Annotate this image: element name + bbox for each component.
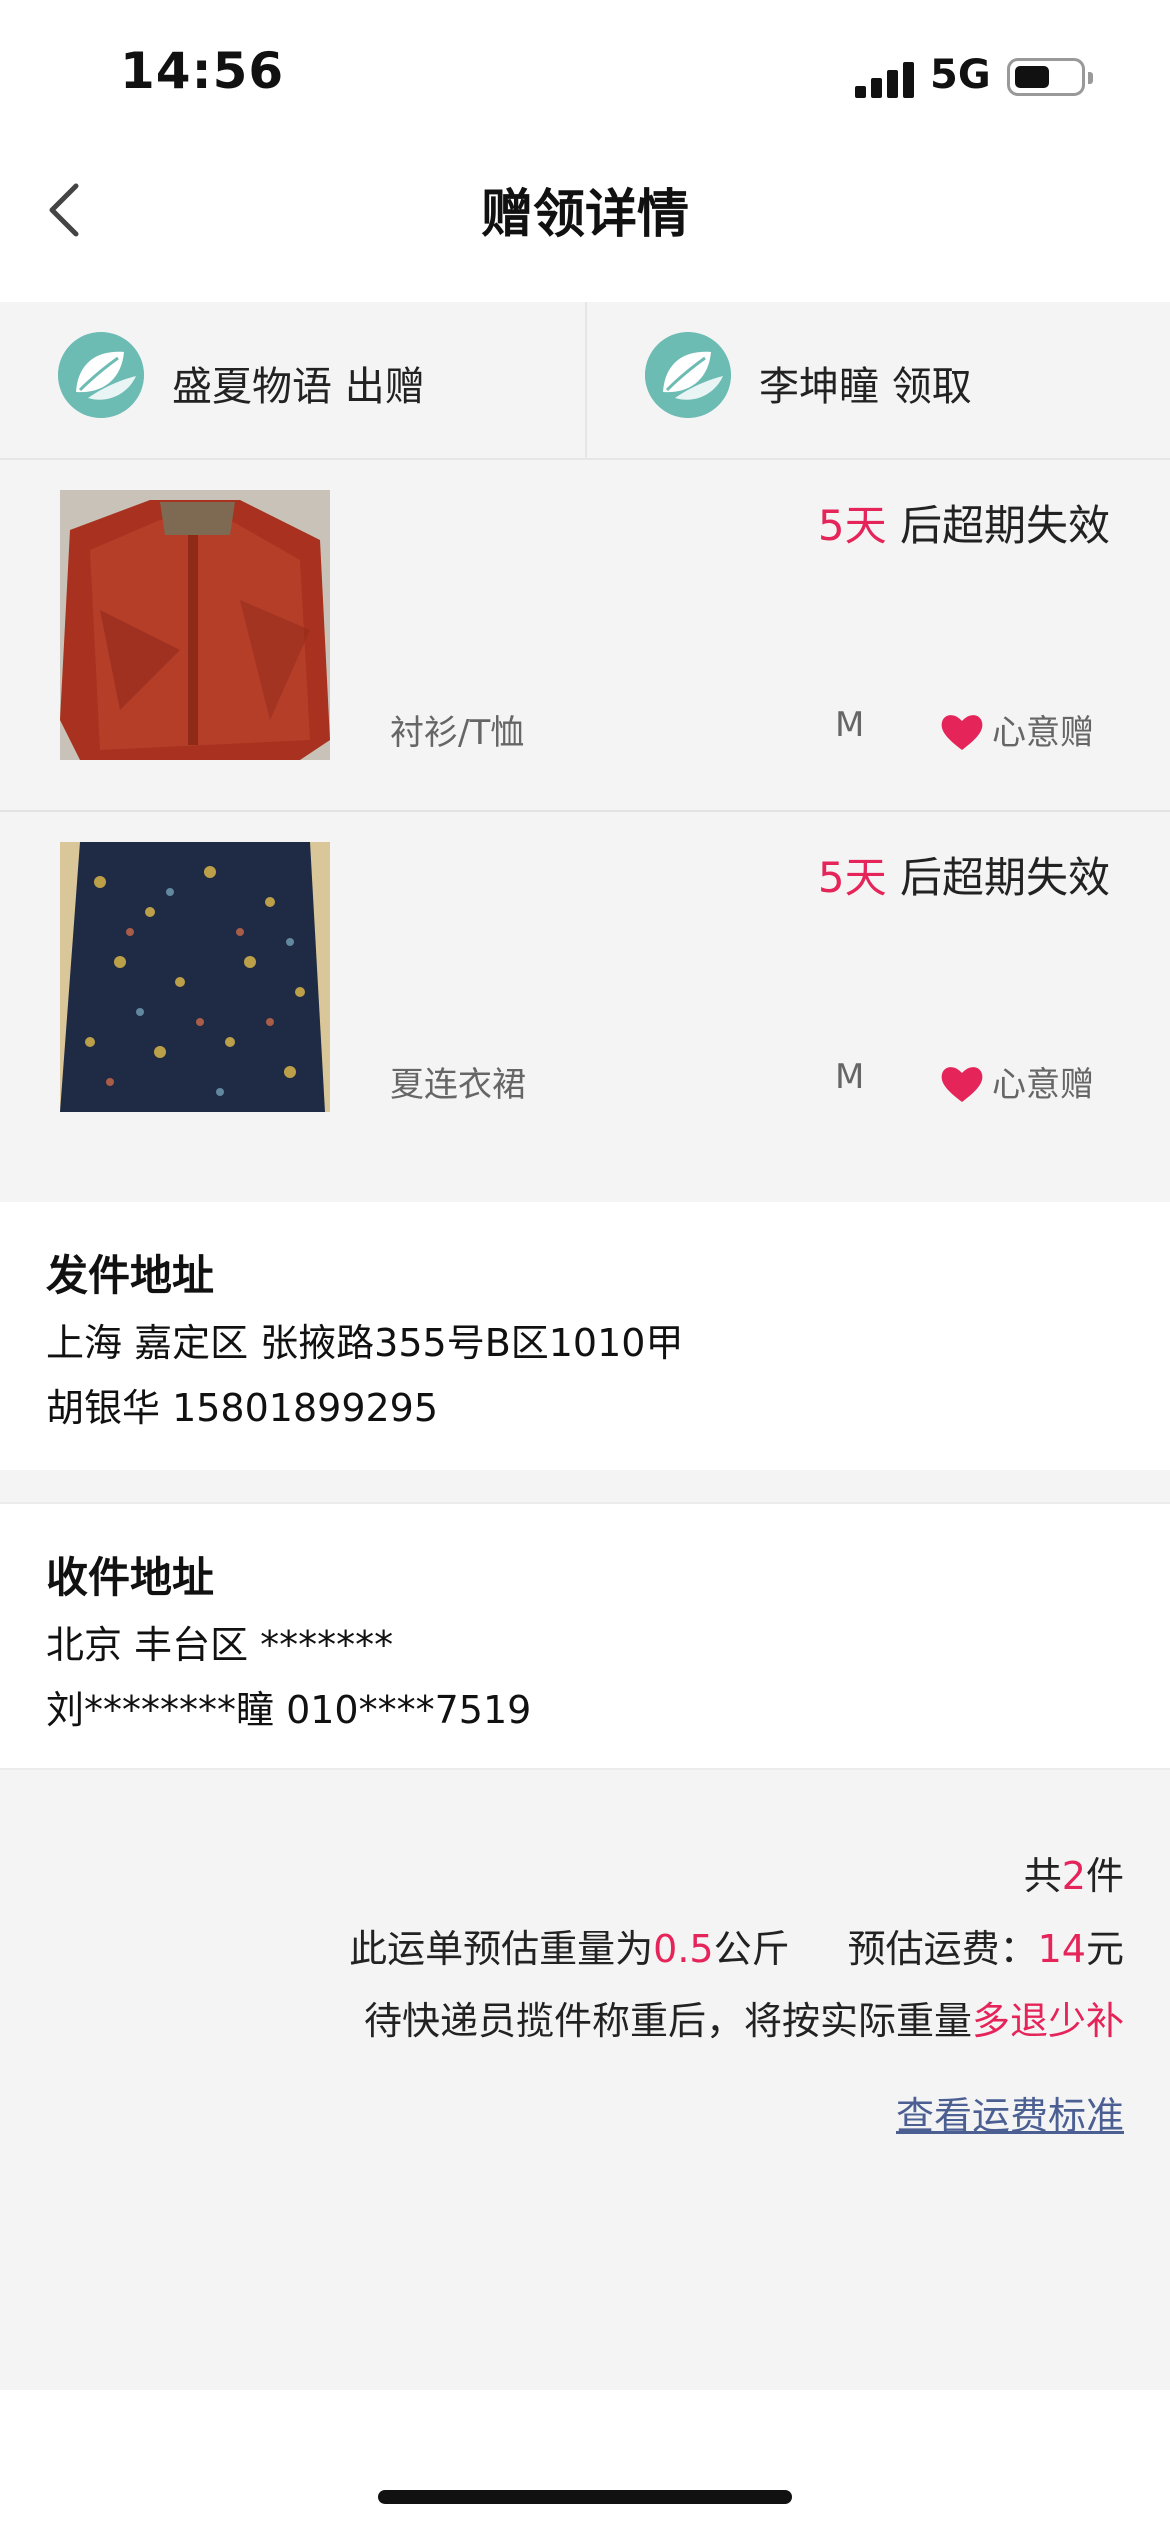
section-divider (0, 1470, 1170, 1502)
shipping-fee-standard-link[interactable]: 查看运费标准 (896, 2085, 1124, 2140)
status-bar: 14:56 5G (0, 0, 1170, 150)
users-panel: 盛夏物语 出赠 李坤瞳 领取 (0, 302, 1170, 460)
receiver-contact: 刘********瞳 010****7519 (46, 1688, 532, 1732)
gift-item[interactable]: 5天 后超期失效 夏连衣裙 M 心意赠 (0, 812, 1170, 1202)
item-photo-shirt (60, 490, 330, 760)
receiver-user[interactable]: 李坤瞳 领取 (585, 302, 1170, 460)
heart-icon (941, 714, 983, 750)
expiry-text: 5天 后超期失效 (817, 853, 1110, 902)
weight-fee-line: 此运单预估重量为0.5公斤 预估运费：14元 (349, 1927, 1124, 1971)
receiver-name: 李坤瞳 领取 (759, 364, 972, 410)
leaf-avatar-icon (645, 332, 731, 418)
item-size: M (835, 1057, 865, 1097)
shipping-summary: 共2件 此运单预估重量为0.5公斤 预估运费：14元 待快递员揽件称重后，将按实际… (0, 1770, 1170, 2390)
weigh-note: 待快递员揽件称重后，将按实际重量多退少补 (363, 1999, 1124, 2043)
network-label: 5G (930, 52, 991, 98)
gift-type: 心意赠 (940, 1057, 1094, 1106)
item-category: 夏连衣裙 (390, 1065, 526, 1105)
home-indicator[interactable] (378, 2490, 792, 2504)
gift-type: 心意赠 (940, 705, 1094, 754)
gift-item[interactable]: 5天 后超期失效 衬衫/T恤 M 心意赠 (0, 460, 1170, 812)
item-photo-dress (60, 842, 330, 1112)
page-title: 赠领详情 (480, 185, 689, 245)
receiver-label: 收件地址 (46, 1553, 215, 1602)
battery-icon (1007, 58, 1093, 96)
signal-icon (855, 60, 915, 98)
giver-name: 盛夏物语 出赠 (172, 364, 425, 410)
receiver-address-section: 收件地址 北京 丰台区 ******* 刘********瞳 010****75… (0, 1502, 1170, 1770)
giver-user[interactable]: 盛夏物语 出赠 (0, 302, 585, 460)
expiry-text: 5天 后超期失效 (817, 501, 1110, 550)
item-category: 衬衫/T恤 (390, 713, 525, 753)
status-time: 14:56 (120, 42, 285, 100)
sender-address-section: 发件地址 上海 嘉定区 张掖路355号B区1010甲 胡银华 158018992… (0, 1202, 1170, 1470)
sender-label: 发件地址 (46, 1251, 215, 1300)
item-size: M (835, 705, 865, 745)
heart-icon (941, 1066, 983, 1102)
sender-contact: 胡银华 15801899295 (46, 1386, 439, 1430)
sender-address: 上海 嘉定区 张掖路355号B区1010甲 (46, 1321, 684, 1365)
nav-bar: 赠领详情 (0, 150, 1170, 302)
receiver-address: 北京 丰台区 ******* (46, 1623, 394, 1667)
leaf-avatar-icon (58, 332, 144, 418)
item-count: 共2件 (1023, 1854, 1124, 1898)
